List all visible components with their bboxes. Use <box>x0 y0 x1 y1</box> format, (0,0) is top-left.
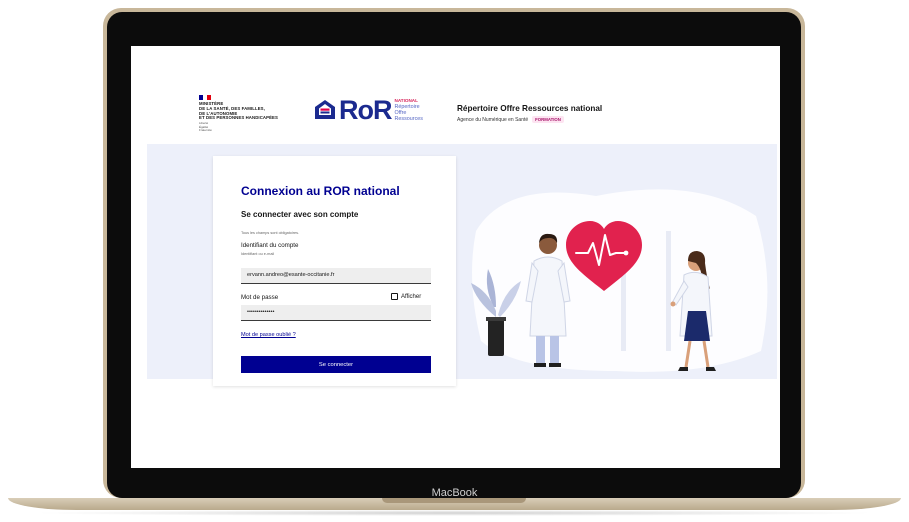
login-subtitle: Se connecter avec son compte <box>241 210 359 219</box>
background-blob <box>472 189 768 372</box>
site-header: MINISTÈRE DE LA SANTÉ, DES FAMILLES, DE … <box>131 46 780 144</box>
doctors-illustration <box>471 189 768 372</box>
ror-logo[interactable]: RoR NATIONAL Répertoire Offre Ressources <box>314 95 423 125</box>
laptop-screen: MINISTÈRE DE LA SANTÉ, DES FAMILLES, DE … <box>131 46 780 468</box>
mandatory-note: Tous les champs sont obligatoires. <box>241 231 300 235</box>
show-password-toggle[interactable]: Afficher <box>391 293 421 300</box>
ror-wordmark: RoR <box>339 95 392 125</box>
flag-icon <box>199 95 211 100</box>
identifier-hint: Identifiant ou e-mail <box>241 252 275 256</box>
password-input[interactable]: •••••••••••••• <box>241 305 431 321</box>
login-card: Connexion au ROR national Se connecter a… <box>213 156 456 386</box>
login-title: Connexion au ROR national <box>241 184 400 198</box>
forgot-password-link[interactable]: Mot de passe oublié ? <box>241 332 296 338</box>
agency-name: Agence du Numérique en Santé <box>457 116 529 123</box>
password-label: Mot de passe <box>241 294 279 301</box>
formation-badge: FORMATION <box>532 116 564 123</box>
republic-motto: Liberté Égalité Fraternité <box>199 121 212 132</box>
agency-line: Agence du Numérique en Santé FORMATION <box>457 116 564 123</box>
laptop-shadow <box>30 510 879 516</box>
ministry-logo: MINISTÈRE DE LA SANTÉ, DES FAMILLES, DE … <box>199 95 278 132</box>
app-title: Répertoire Offre Ressources national <box>457 104 603 113</box>
laptop-notch <box>382 498 526 503</box>
show-password-label: Afficher <box>401 293 422 300</box>
identifier-label: Identifiant du compte <box>241 242 299 249</box>
identifier-input[interactable]: ervann.andreo@esante-occitanie.fr <box>241 268 431 284</box>
show-password-checkbox[interactable] <box>391 293 398 300</box>
login-button[interactable]: Se connecter <box>241 356 431 373</box>
ror-subtitle: NATIONAL Répertoire Offre Ressources <box>394 98 423 122</box>
ministry-name: MINISTÈRE DE LA SANTÉ, DES FAMILLES, DE … <box>199 101 278 121</box>
ror-house-icon <box>315 100 335 119</box>
window-frame <box>666 231 671 351</box>
